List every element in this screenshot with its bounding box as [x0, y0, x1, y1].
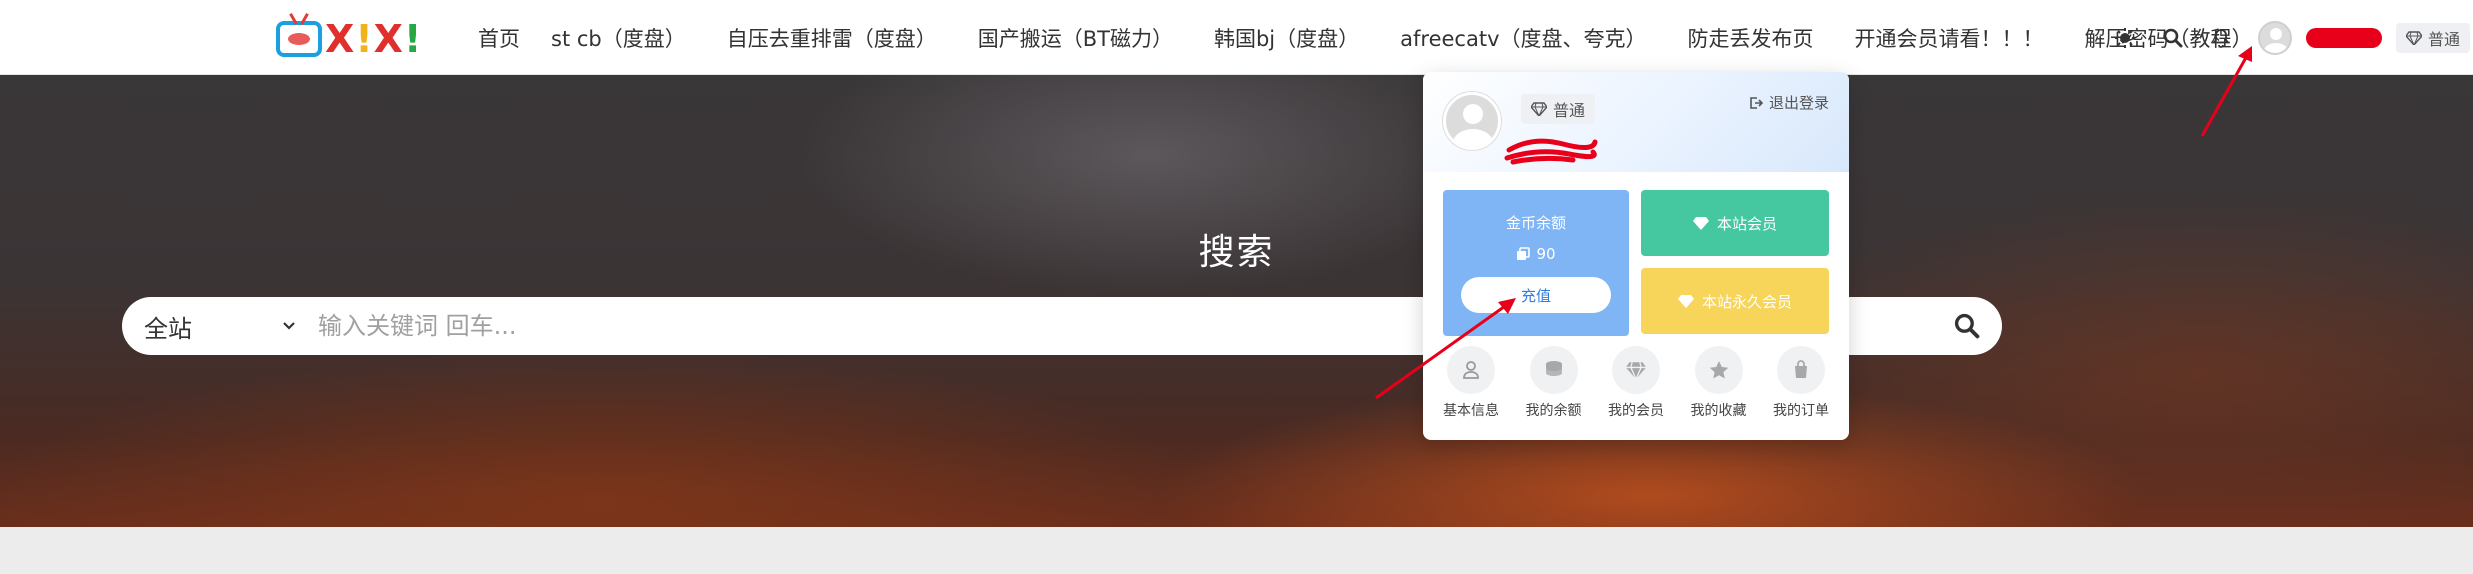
- header-tools: 普通: [2114, 0, 2471, 75]
- vip-permanent-button[interactable]: 本站永久会员: [1641, 268, 1829, 334]
- tv-logo-icon: [276, 21, 322, 57]
- avatar[interactable]: [2258, 20, 2292, 55]
- user-menu-trigger[interactable]: 普通: [2258, 20, 2471, 55]
- nav-item-domestic[interactable]: 国产搬运（BT磁力）: [978, 23, 1173, 53]
- logout-icon: [1750, 96, 1763, 109]
- diamond-icon: [1625, 362, 1647, 379]
- search-hero: 搜索 全站: [0, 75, 2473, 527]
- user-shortcuts: 基本信息 我的余额 我的会员 我的收藏 我的订单: [1437, 346, 1835, 420]
- hero-title: 搜索: [1198, 232, 1275, 273]
- theme-toggle-icon[interactable]: [2114, 27, 2136, 49]
- recharge-button[interactable]: 充值: [1461, 277, 1611, 313]
- search-scope-value: 全站: [144, 314, 192, 343]
- balance-label: 金币余额: [1505, 214, 1566, 232]
- level-badge: 普通: [1521, 94, 1596, 124]
- nav-item-afreecatv[interactable]: afreecatv（度盘、夸克）: [1400, 23, 1646, 53]
- main-nav: 首页 st cb（度盘） 自压去重排雷（度盘） 国产搬运（BT磁力） 韩国bj（…: [478, 0, 2253, 75]
- search-icon[interactable]: [2162, 27, 2184, 49]
- coins-icon: [1545, 361, 1562, 376]
- shortcut-favorites[interactable]: 我的收藏: [1685, 346, 1753, 420]
- bell-icon[interactable]: [2210, 27, 2232, 49]
- wallet-cards: 金币余额 90 充值 本站会员 本站永久会员: [1443, 190, 1829, 336]
- username-redacted: [2306, 27, 2382, 48]
- diamond-icon: [1677, 295, 1694, 308]
- balance-amount: 90: [1443, 245, 1629, 263]
- redaction-scribble: [1504, 138, 1598, 165]
- avatar[interactable]: [1443, 92, 1501, 150]
- shortcut-profile[interactable]: 基本信息: [1437, 346, 1505, 420]
- search-button[interactable]: [1932, 297, 2002, 355]
- balance-card: 金币余额 90 充值: [1443, 190, 1629, 336]
- shortcut-balance[interactable]: 我的余额: [1520, 346, 1588, 420]
- nav-item-self-compressed[interactable]: 自压去重排雷（度盘）: [727, 23, 937, 53]
- vip-membership-button[interactable]: 本站会员: [1641, 190, 1829, 256]
- top-navbar: X!X! 首页 st cb（度盘） 自压去重排雷（度盘） 国产搬运（BT磁力） …: [0, 0, 2473, 75]
- nav-item-korean-bj[interactable]: 韩国bj（度盘）: [1214, 23, 1359, 53]
- username-redacted: [1503, 128, 1599, 168]
- site-logo[interactable]: X!X!: [276, 18, 422, 60]
- shopping-bag-icon: [1795, 360, 1807, 378]
- user-dropdown-panel: 普通 退出登录 金币余额 90 充值 本站会员 本站永久会员 基本信息 我的余额…: [1423, 72, 1849, 440]
- search-scope-select[interactable]: 全站: [122, 297, 318, 355]
- redaction-scribble: [2306, 27, 2382, 48]
- user-icon: [1463, 361, 1479, 379]
- nav-item-backup-page[interactable]: 防走丢发布页: [1688, 23, 1814, 53]
- diamond-icon: [2406, 30, 2422, 45]
- nav-item-home[interactable]: 首页: [478, 23, 520, 53]
- chevron-down-icon: [283, 322, 295, 330]
- diamond-icon: [1692, 217, 1709, 230]
- logout-button[interactable]: 退出登录: [1749, 92, 1829, 113]
- user-panel-header: 普通 退出登录: [1423, 72, 1849, 172]
- shortcut-membership[interactable]: 我的会员: [1602, 346, 1670, 420]
- coins-icon: [1517, 247, 1531, 260]
- star-icon: [1709, 361, 1728, 379]
- search-icon: [1954, 313, 1980, 339]
- nav-item-membership-guide[interactable]: 开通会员请看！！！: [1855, 23, 2044, 53]
- diamond-icon: [1531, 102, 1547, 116]
- level-badge: 普通: [2396, 22, 2471, 53]
- shortcut-orders[interactable]: 我的订单: [1767, 346, 1835, 420]
- logo-wordmark: X!X!: [325, 17, 423, 61]
- nav-item-st-cb[interactable]: st cb（度盘）: [551, 23, 686, 53]
